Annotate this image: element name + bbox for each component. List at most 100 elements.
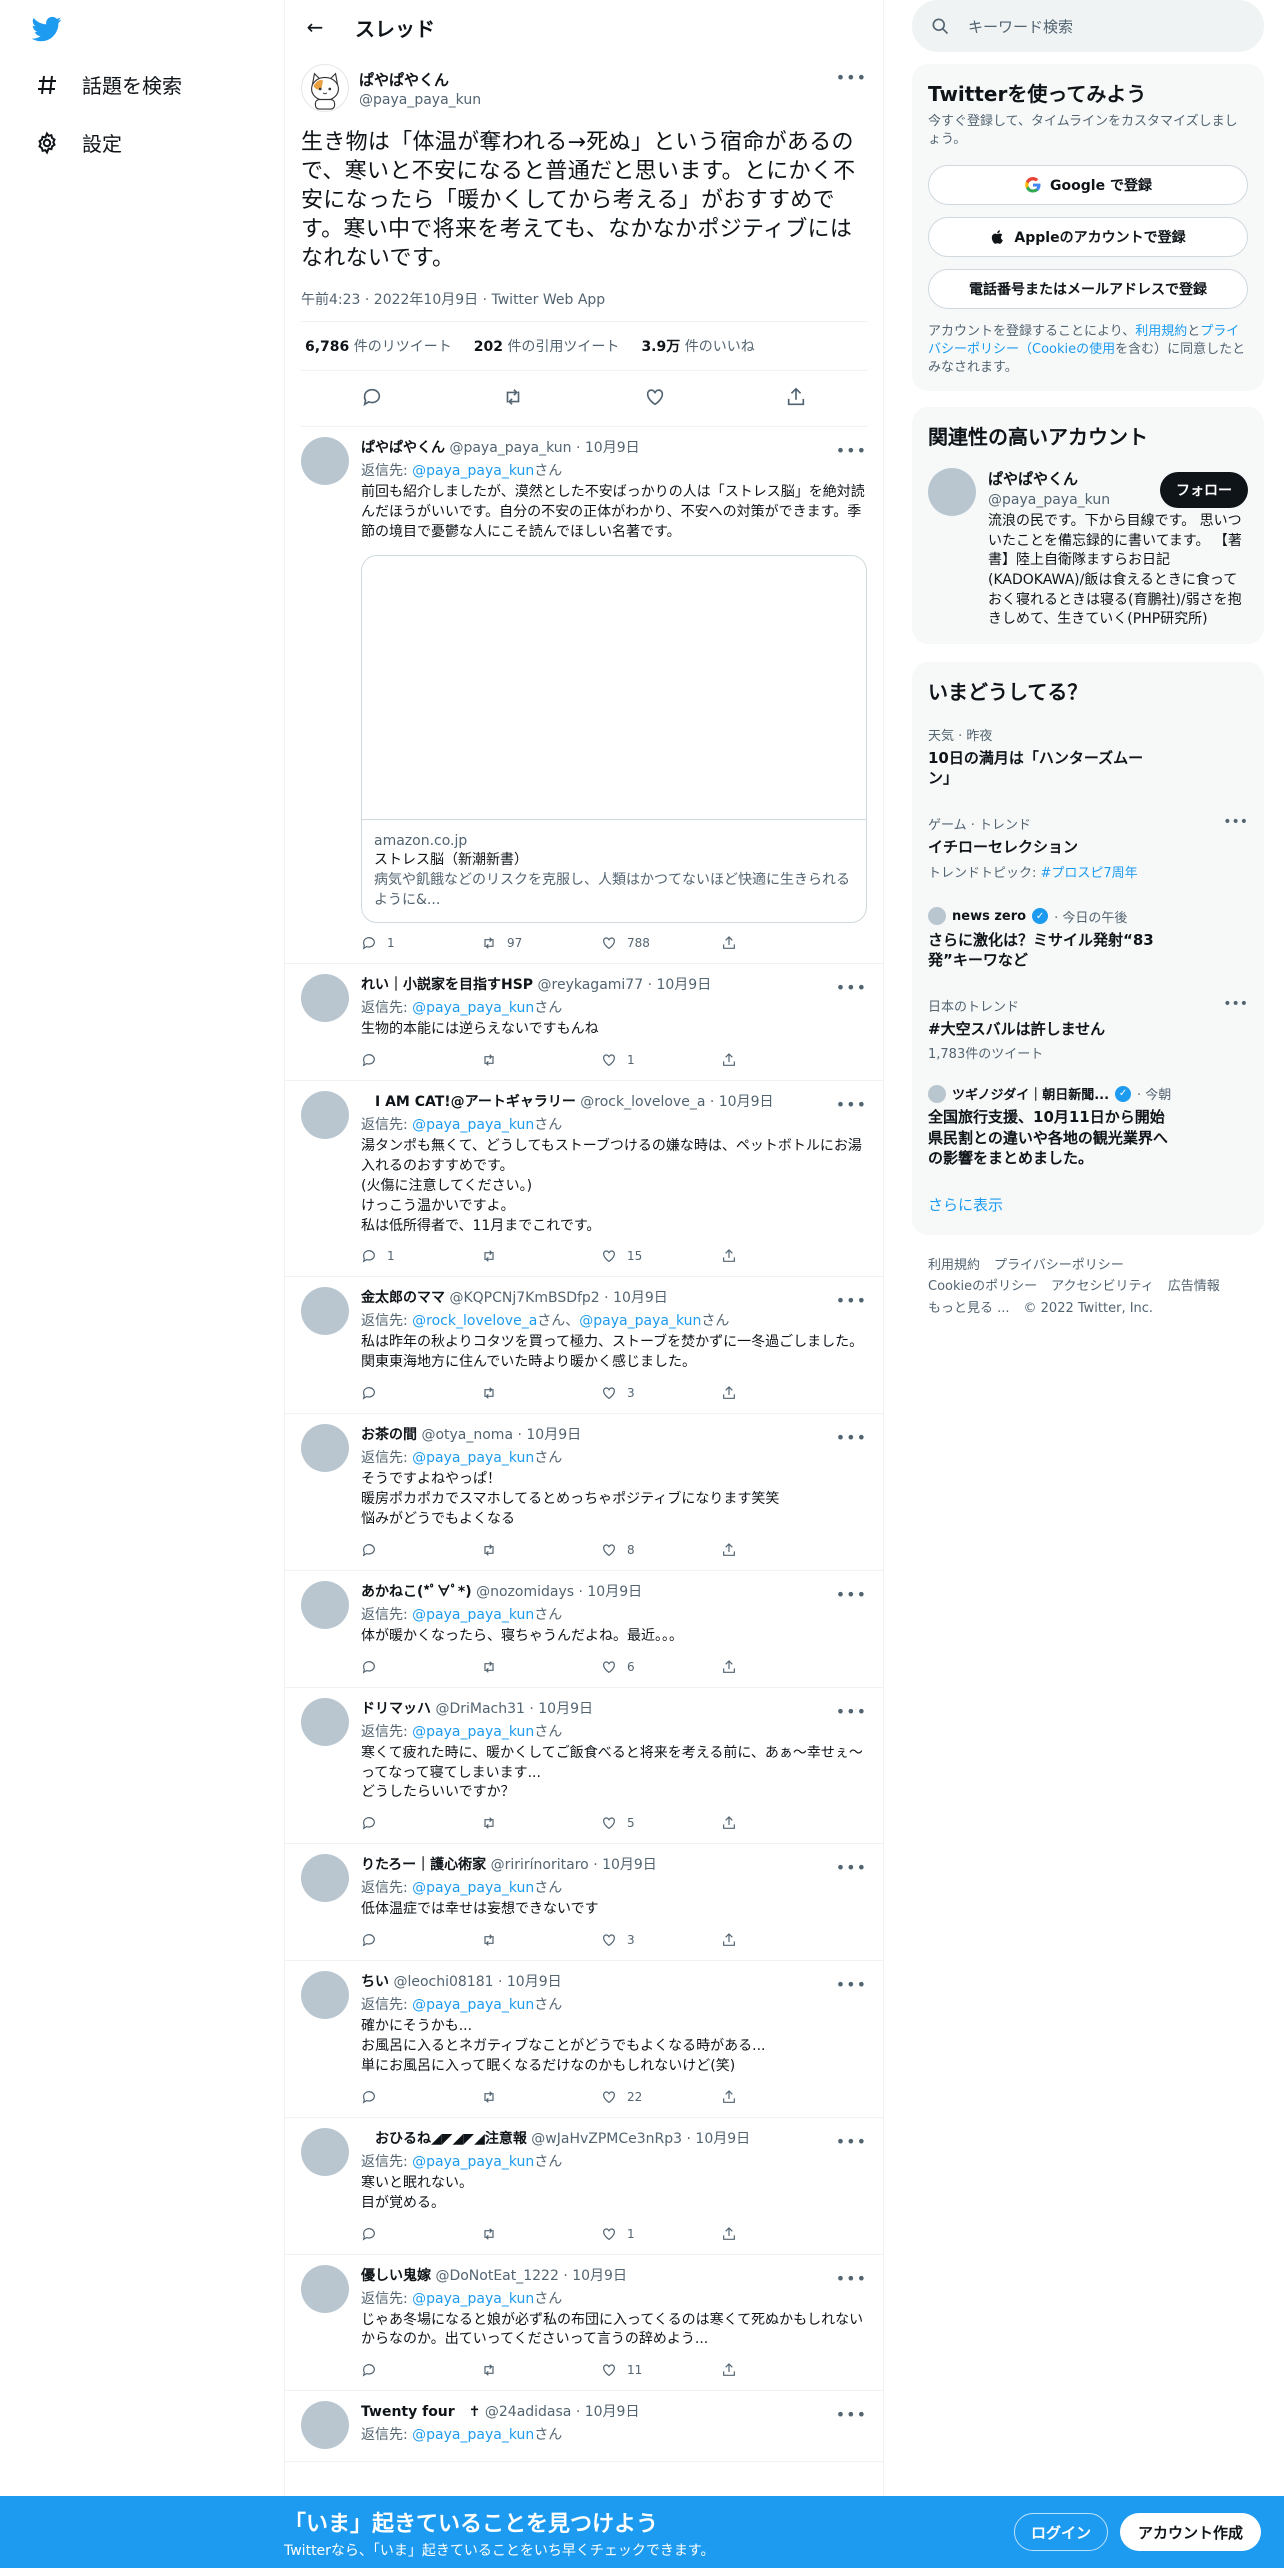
reply-author-handle[interactable]: @reykagami77 <box>538 977 644 993</box>
reply-tweet[interactable]: りたろー｜護心術家 @ririrínoritaro · 10月9日 ••• 返信… <box>285 1844 883 1962</box>
retweet-button[interactable] <box>481 1052 541 1068</box>
reply-date[interactable]: · 10月9日 <box>593 1857 657 1873</box>
reply-tweet[interactable]: ちい @leochi08181 · 10月9日 ••• 返信先: @paya_p… <box>285 1961 883 2118</box>
reply-icon[interactable] <box>361 386 383 412</box>
reply-author-handle[interactable]: @leochi08181 <box>393 1974 493 1990</box>
reply-to-link[interactable]: @paya_paya_kun <box>412 1724 534 1740</box>
reply-button[interactable]: 1 <box>361 1248 421 1264</box>
link-card[interactable]: amazon.co.jp ストレス脳（新潮新書） 病気や飢餓などのリスクを克服し… <box>361 554 867 924</box>
reply-author-handle[interactable]: @wJaHvZPMCe3nRp3 <box>531 2131 682 2147</box>
reply-tweet[interactable]: Twenty four ✝ @24adidasa · 10月9日 ••• 返信先… <box>285 2391 883 2463</box>
reply-button[interactable]: 1 <box>361 935 421 951</box>
reply-to-link[interactable]: @paya_paya_kun <box>412 1000 534 1016</box>
share-icon[interactable] <box>785 386 807 412</box>
trend-item[interactable]: ゲーム · トレンド ••• イチローセレクション トレンドトピック: #プロス… <box>928 814 1248 880</box>
reply-author-handle[interactable]: @DoNotEat_1222 <box>435 2268 558 2284</box>
reply-author-handle[interactable]: @nozomidays <box>476 1584 574 1600</box>
apple-signup-button[interactable]: Appleのアカウントで登録 <box>928 217 1248 258</box>
footer-link[interactable]: 広告情報 <box>1168 1279 1220 1294</box>
reply-author-name[interactable]: お茶の間 <box>361 1427 417 1443</box>
avatar[interactable] <box>301 1697 349 1746</box>
like-button[interactable]: 3 <box>601 1932 661 1948</box>
trend-item[interactable]: 日本のトレンド ••• #大空スバルは許しません 1,783件のツイート <box>928 996 1248 1062</box>
more-options-icon[interactable]: ••• <box>836 978 867 997</box>
like-button[interactable]: 3 <box>601 1385 661 1401</box>
reply-date[interactable]: · 10月9日 <box>576 440 640 456</box>
reply-to-link[interactable]: @paya_paya_kun <box>412 463 534 479</box>
login-button[interactable]: ログイン <box>1014 2513 1109 2551</box>
email-signup-button[interactable]: 電話番号またはメールアドレスで登録 <box>928 269 1248 310</box>
more-options-icon[interactable]: ••• <box>836 1858 867 1877</box>
share-button[interactable] <box>721 1815 781 1831</box>
reply-author-handle[interactable]: @KQPCNj7KmBSDfp2 <box>449 1290 599 1306</box>
author-name[interactable]: ぱやぱやくん <box>359 69 481 90</box>
avatar[interactable] <box>301 437 349 486</box>
reply-author-name[interactable]: りたろー｜護心術家 <box>361 1857 486 1873</box>
like-button[interactable]: 5 <box>601 1815 661 1831</box>
reply-author-name[interactable]: ちい <box>361 1974 389 1990</box>
retweet-button[interactable] <box>481 1385 541 1401</box>
more-options-icon[interactable]: ••• <box>836 1095 867 1114</box>
avatar[interactable] <box>301 1580 349 1629</box>
reply-button[interactable] <box>361 2362 421 2378</box>
trend-item[interactable]: 天気 · 昨夜 10日の満月は「ハンターズムーン」 <box>928 725 1248 789</box>
avatar[interactable] <box>301 1854 349 1903</box>
reply-date[interactable]: · 10月9日 <box>579 1584 643 1600</box>
show-more-link[interactable]: さらに表示 <box>928 1194 1248 1221</box>
retweet-button[interactable] <box>481 1248 541 1264</box>
like-button[interactable]: 22 <box>601 2089 661 2105</box>
avatar[interactable] <box>928 468 976 517</box>
more-options-icon[interactable]: ••• <box>836 1702 867 1721</box>
reply-tweet[interactable]: I AM CAT!@アートギャラリー @rock_lovelove_a · 10… <box>285 1081 883 1278</box>
retweet-button[interactable] <box>481 1542 541 1558</box>
reply-date[interactable]: · 10月9日 <box>563 2268 627 2284</box>
footer-link[interactable]: Cookieのポリシー <box>928 1279 1037 1294</box>
retweet-button[interactable] <box>481 2226 541 2242</box>
tweet-timestamp[interactable]: 午前4:23 · 2022年10月9日 · Twitter Web App <box>301 289 867 323</box>
footer-link[interactable]: 利用規約 <box>928 1258 980 1273</box>
footer-link[interactable]: アクセシビリティ <box>1051 1279 1154 1294</box>
reply-tweet[interactable]: あかねこ(*ﾟ∀ﾟ*) @nozomidays · 10月9日 ••• 返信先:… <box>285 1571 883 1688</box>
like-button[interactable]: 1 <box>601 2226 661 2242</box>
reply-author-name[interactable]: ドリマッハ <box>361 1701 431 1717</box>
avatar[interactable] <box>301 1424 349 1473</box>
reply-button[interactable] <box>361 2089 421 2105</box>
reply-button[interactable] <box>361 1815 421 1831</box>
more-options-icon[interactable]: ••• <box>836 68 867 87</box>
avatar[interactable] <box>301 64 349 112</box>
reply-to-link[interactable]: @paya_paya_kun <box>412 1997 534 2013</box>
reply-author-handle[interactable]: @DriMach31 <box>435 1701 524 1717</box>
share-button[interactable] <box>721 1385 781 1401</box>
reply-author-name[interactable]: あかねこ(*ﾟ∀ﾟ*) <box>361 1584 472 1600</box>
more-options-icon[interactable]: ••• <box>1223 996 1248 1012</box>
reply-author-name[interactable]: ぱやぱやくん <box>361 440 445 456</box>
reply-button[interactable] <box>361 2226 421 2242</box>
reply-tweet[interactable]: れい｜小説家を目指すHSP @reykagami77 · 10月9日 ••• 返… <box>285 964 883 1082</box>
share-button[interactable] <box>721 2226 781 2242</box>
like-button[interactable]: 8 <box>601 1542 661 1558</box>
reply-tweet[interactable]: ぱやぱやくん @paya_paya_kun · 10月9日 ••• 返信先: @… <box>285 427 883 965</box>
search-input[interactable]: キーワード検索 <box>912 0 1264 52</box>
reply-to-link[interactable]: @paya_paya_kun <box>412 2427 534 2443</box>
footer-more-link[interactable]: もっと見る ... <box>928 1301 1010 1316</box>
related-account[interactable]: ぱやぱやくん @paya_paya_kun 流浪の民です。下から目線です。 思い… <box>928 468 1248 630</box>
reply-to-link[interactable]: @paya_paya_kun <box>412 1450 534 1466</box>
follow-button[interactable]: フォロー <box>1160 472 1248 509</box>
share-button[interactable] <box>721 2089 781 2105</box>
like-button[interactable]: 11 <box>601 2362 661 2378</box>
reply-tweet[interactable]: お茶の間 @otya_noma · 10月9日 ••• 返信先: @paya_p… <box>285 1414 883 1571</box>
avatar[interactable] <box>301 2264 349 2313</box>
share-button[interactable] <box>721 1932 781 1948</box>
retweet-button[interactable] <box>481 2362 541 2378</box>
share-button[interactable] <box>721 1052 781 1068</box>
avatar[interactable] <box>301 1287 349 1336</box>
retweet-stat[interactable]: 6,786 件のリツイート <box>305 336 452 356</box>
like-button[interactable]: 6 <box>601 1659 661 1675</box>
more-options-icon[interactable]: ••• <box>836 2269 867 2288</box>
author-handle[interactable]: @paya_paya_kun <box>359 92 481 108</box>
more-options-icon[interactable]: ••• <box>836 1585 867 1604</box>
trend-hashtag-link[interactable]: #プロスピ7周年 <box>1041 866 1138 881</box>
nav-settings[interactable]: 設定 <box>34 128 122 157</box>
more-options-icon[interactable]: ••• <box>836 2132 867 2151</box>
reply-date[interactable]: · 10月9日 <box>604 1290 668 1306</box>
